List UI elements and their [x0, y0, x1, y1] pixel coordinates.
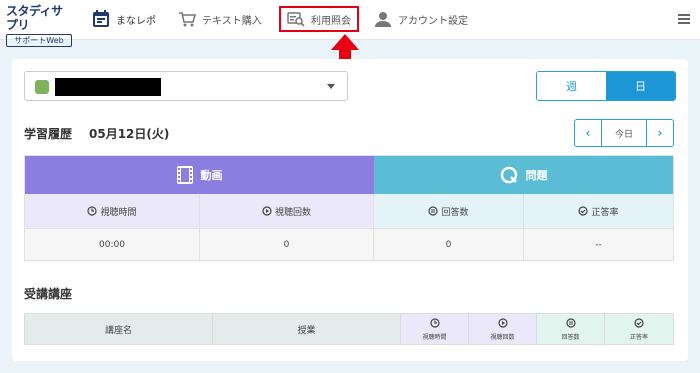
list-icon	[428, 206, 439, 216]
col-accuracy-label: 正答率	[629, 333, 648, 341]
video-band-label: 動画	[200, 169, 223, 182]
col-accuracy: 正答率	[605, 314, 673, 344]
nav-text-purchase[interactable]: テキスト購入	[178, 8, 262, 30]
logo-title: スタディサプリ	[6, 4, 63, 32]
value-watch-count: 0	[200, 228, 374, 260]
cart-icon	[178, 10, 196, 28]
header-answers-label: 回答数	[441, 207, 469, 218]
value-watch-time: 00:00	[25, 228, 200, 260]
value-accuracy: --	[524, 228, 673, 260]
nav-manarepo-label: まなレポ	[116, 15, 156, 27]
header-watch-count: 視聴回数	[200, 194, 374, 228]
header-watch-time-label: 視聴時間	[100, 207, 137, 218]
col-watch-count-label: 視聴回数	[490, 333, 515, 341]
app-logo[interactable]: スタディサプリ サポートWeb	[6, 4, 74, 47]
user-name-redacted: ■■■■■■■■■■	[55, 78, 161, 96]
header-accuracy: 正答率	[524, 194, 673, 228]
quiz-band-label: 問題	[525, 169, 548, 182]
question-icon	[500, 166, 518, 184]
col-course-name: 講座名	[25, 314, 213, 344]
nav-text-purchase-label: テキスト購入	[202, 15, 262, 27]
prev-day-button[interactable]: ‹	[575, 120, 601, 146]
value-answers: 0	[374, 228, 524, 260]
week-button[interactable]: 週	[537, 72, 606, 100]
logo-subtitle: サポートWeb	[6, 34, 72, 47]
today-button[interactable]: 今日	[601, 120, 647, 146]
nav-usage-inquiry-label: 利用照会	[311, 15, 351, 27]
main-card: ■■■■■■■■■■ 週 日 学習履歴 05月12日(火) ‹ 今日 › 動画 …	[12, 59, 688, 361]
quiz-band: 問題	[374, 156, 673, 194]
header-watch-time: 視聴時間	[25, 194, 200, 228]
col-answers-label: 回答数	[561, 333, 580, 341]
history-date: 05月12日(火)	[89, 127, 170, 141]
video-band: 動画	[25, 156, 374, 194]
day-button[interactable]: 日	[606, 72, 675, 100]
avatar	[35, 80, 49, 94]
list-icon	[565, 317, 576, 331]
user-icon	[374, 10, 392, 28]
col-lesson: 授業	[213, 314, 401, 344]
play-icon	[262, 206, 272, 216]
header-answers: 回答数	[374, 194, 524, 228]
section-title-history: 学習履歴	[24, 127, 73, 141]
check-icon	[634, 317, 644, 331]
calendar-icon	[92, 10, 110, 28]
user-select-dropdown[interactable]: ■■■■■■■■■■	[24, 71, 348, 101]
nav-usage-inquiry[interactable]: 利用照会	[279, 6, 359, 32]
courses-table: 講座名 授業 視聴時間 視聴回数 回答数 正答率	[24, 313, 674, 345]
next-day-button[interactable]: ›	[647, 120, 673, 146]
clock-icon	[429, 317, 440, 331]
col-watch-time-label: 視聴時間	[422, 333, 447, 341]
caret-down-icon	[327, 84, 335, 89]
hamburger-menu-icon[interactable]	[678, 14, 690, 24]
clock-icon	[87, 206, 98, 216]
search-report-icon	[287, 10, 305, 28]
nav-account-settings[interactable]: アカウント設定	[374, 8, 468, 30]
date-navigator: ‹ 今日 ›	[574, 119, 674, 147]
section-title-courses: 受講講座	[24, 287, 73, 301]
period-toggle: 週 日	[536, 71, 676, 101]
header-accuracy-label: 正答率	[591, 207, 619, 218]
header-watch-count-label: 視聴回数	[274, 207, 311, 218]
col-watch-count: 視聴回数	[469, 314, 537, 344]
film-icon	[176, 166, 193, 184]
play-icon	[497, 317, 508, 331]
col-answers: 回答数	[537, 314, 605, 344]
nav-account-settings-label: アカウント設定	[398, 15, 468, 27]
check-icon	[578, 206, 589, 216]
nav-manarepo[interactable]: まなレポ	[92, 8, 156, 30]
stats-table: 動画 問題 視聴時間 視聴回数 回答数 正答率 00:00 0 0 --	[24, 155, 674, 261]
col-watch-time: 視聴時間	[401, 314, 469, 344]
